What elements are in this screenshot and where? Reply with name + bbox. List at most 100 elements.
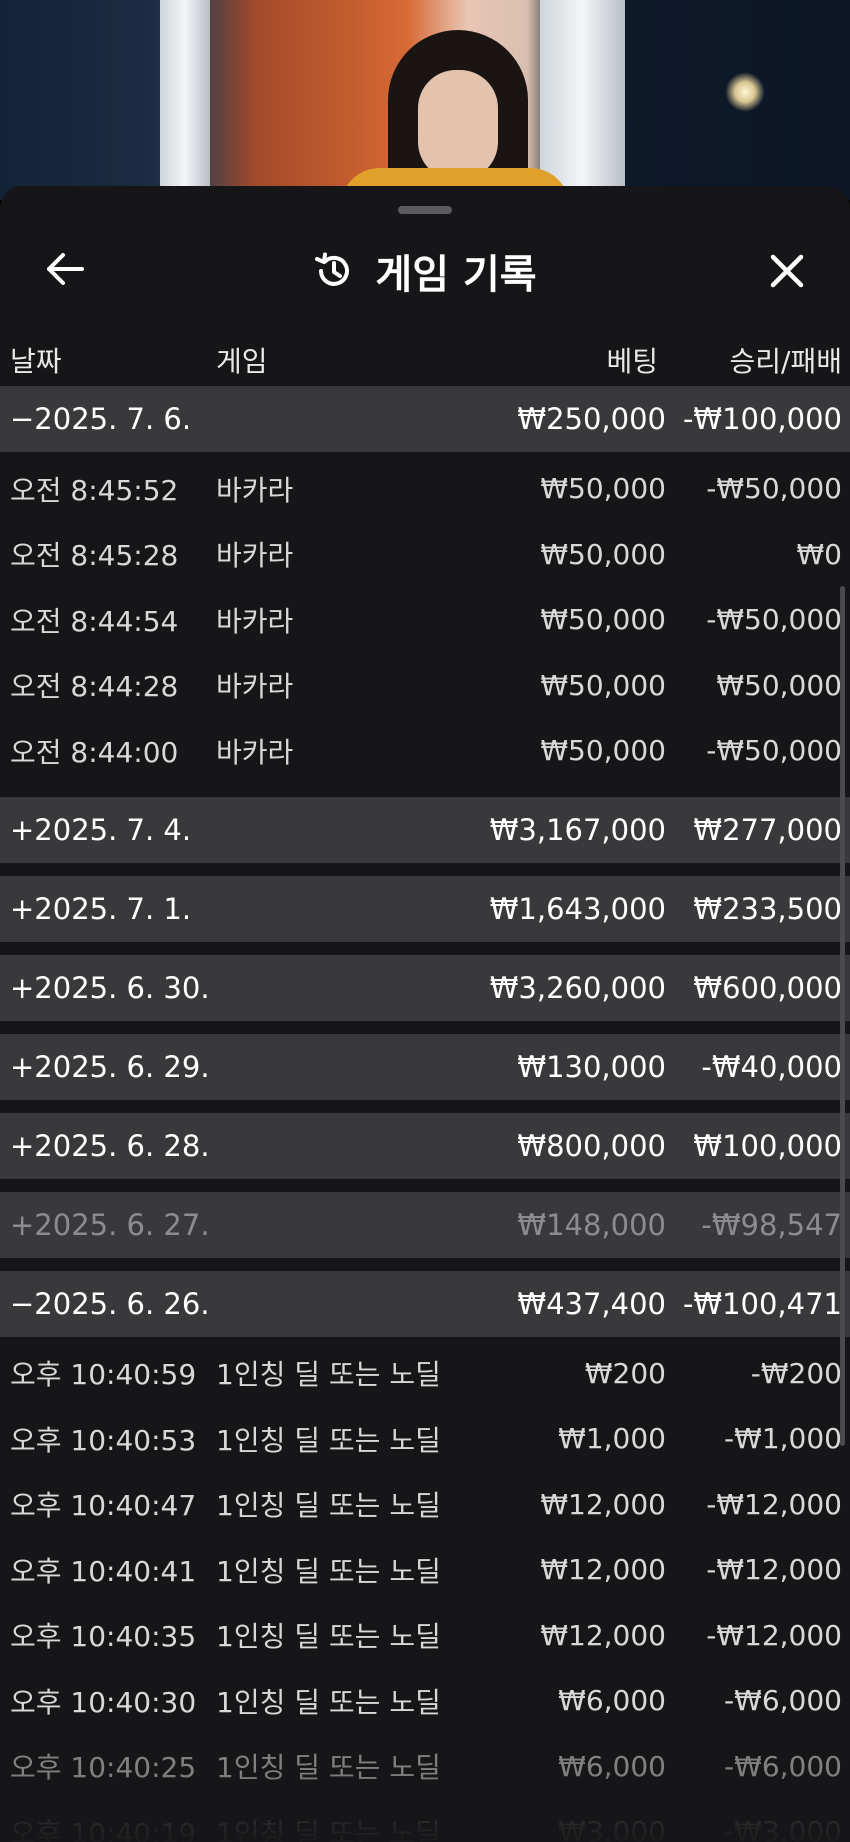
row-game: 1인칭 딜 또는 노딜 <box>216 1751 441 1785</box>
date-group-row[interactable]: +2025. 7. 1. ₩1,643,000 ₩233,500 <box>0 875 850 942</box>
row-bet: ₩6,000 <box>558 1749 666 1783</box>
close-icon <box>770 254 804 288</box>
column-header-date: 날짜 <box>10 345 62 378</box>
group-win-loss-total: -₩98,547 <box>701 1207 842 1242</box>
history-row[interactable]: 오전 8:44:00 바카라 ₩50,000 -₩50,000 <box>0 718 850 784</box>
row-game: 1인칭 딜 또는 노딜 <box>216 1620 441 1654</box>
row-win-loss: -₩12,000 <box>706 1553 842 1587</box>
row-time: 오후 10:40:59 <box>10 1358 197 1392</box>
row-time: 오후 10:40:47 <box>10 1489 197 1523</box>
dealer-face <box>418 70 498 180</box>
scrollbar[interactable] <box>840 586 845 1446</box>
date-group-row[interactable]: +2025. 6. 28. ₩800,000 ₩100,000 <box>0 1112 850 1179</box>
live-video-background <box>0 0 850 200</box>
row-win-loss: -₩6,000 <box>724 1749 842 1783</box>
row-win-loss: -₩3,000 <box>724 1815 842 1842</box>
row-game: 바카라 <box>216 473 294 507</box>
group-win-loss-total: ₩600,000 <box>693 970 842 1005</box>
group-bet-total: ₩250,000 <box>517 402 666 436</box>
row-win-loss: -₩50,000 <box>706 734 842 768</box>
row-win-loss: -₩200 <box>750 1356 842 1390</box>
history-row[interactable]: 오후 10:40:47 1인칭 딜 또는 노딜 ₩12,000 -₩12,000 <box>0 1472 850 1538</box>
row-game: 1인칭 딜 또는 노딜 <box>216 1489 441 1523</box>
group-bet-total: ₩437,400 <box>517 1286 666 1321</box>
row-bet: ₩50,000 <box>540 537 666 571</box>
page-title: 게임 기록 <box>375 252 537 298</box>
group-bet-total: ₩148,000 <box>517 1207 666 1242</box>
row-game: 바카라 <box>216 670 294 704</box>
row-bet: ₩6,000 <box>558 1684 666 1718</box>
group-win-loss-total: ₩277,000 <box>693 812 842 847</box>
row-bet: ₩12,000 <box>540 1618 666 1652</box>
group-bet-total: ₩800,000 <box>517 1128 666 1163</box>
group-date: −2025. 7. 6. <box>10 402 192 436</box>
history-row[interactable]: 오후 10:40:59 1인칭 딜 또는 노딜 ₩200 -₩200 <box>0 1341 850 1407</box>
date-group-row[interactable]: +2025. 6. 30. ₩3,260,000 ₩600,000 <box>0 954 850 1021</box>
group-date: +2025. 7. 1. <box>10 891 192 926</box>
row-win-loss: ₩50,000 <box>716 668 842 702</box>
column-header-game: 게임 <box>216 345 268 378</box>
group-date: +2025. 6. 28. <box>10 1128 210 1163</box>
date-group-row[interactable]: +2025. 6. 29. ₩130,000 -₩40,000 <box>0 1033 850 1100</box>
sheet-grab-handle[interactable] <box>398 206 452 214</box>
history-row[interactable]: 오후 10:40:30 1인칭 딜 또는 노딜 ₩6,000 -₩6,000 <box>0 1668 850 1734</box>
history-row[interactable]: 오후 10:40:41 1인칭 딜 또는 노딜 ₩12,000 -₩12,000 <box>0 1537 850 1603</box>
group-win-loss-total: ₩100,000 <box>693 1128 842 1163</box>
history-row[interactable]: 오전 8:44:28 바카라 ₩50,000 ₩50,000 <box>0 653 850 719</box>
history-icon <box>315 252 350 286</box>
game-history-sheet: 게임 기록 날짜 게임 베팅 승리/패배 −2025. 7. 6. ₩250,0… <box>0 186 850 1842</box>
row-game: 1인칭 딜 또는 노딜 <box>216 1685 441 1719</box>
row-game: 1인칭 딜 또는 노딜 <box>216 1358 441 1392</box>
row-win-loss: -₩1,000 <box>724 1422 842 1456</box>
row-time: 오후 10:40:25 <box>10 1751 197 1785</box>
group-win-loss-total: -₩100,000 <box>682 402 842 436</box>
column-header-win-loss: 승리/패배 <box>729 345 842 378</box>
group-bet-total: ₩1,643,000 <box>489 891 666 926</box>
history-row[interactable]: 오후 10:40:35 1인칭 딜 또는 노딜 ₩12,000 -₩12,000 <box>0 1603 850 1669</box>
history-row[interactable]: 오후 10:40:19 1인칭 딜 또는 노딜 ₩3,000 -₩3,000 <box>0 1799 850 1842</box>
row-win-loss: -₩12,000 <box>706 1487 842 1521</box>
row-bet: ₩12,000 <box>540 1487 666 1521</box>
row-bet: ₩12,000 <box>540 1553 666 1587</box>
history-row[interactable]: 오후 10:40:53 1인칭 딜 또는 노딜 ₩1,000 -₩1,000 <box>0 1406 850 1472</box>
row-game: 1인칭 딜 또는 노딜 <box>216 1554 441 1588</box>
row-bet: ₩50,000 <box>540 734 666 768</box>
row-game: 바카라 <box>216 604 294 638</box>
row-bet: ₩200 <box>584 1356 666 1390</box>
row-win-loss: -₩6,000 <box>724 1684 842 1718</box>
lamp-light <box>725 72 765 112</box>
row-time: 오전 8:44:00 <box>10 735 179 769</box>
row-time: 오전 8:45:28 <box>10 539 179 573</box>
row-win-loss: -₩50,000 <box>706 603 842 637</box>
history-table: −2025. 7. 6. ₩250,000 -₩100,000 오전 8:45:… <box>0 386 850 1842</box>
history-row[interactable]: 오전 8:45:28 바카라 ₩50,000 ₩0 <box>0 522 850 588</box>
row-time: 오후 10:40:30 <box>10 1685 197 1719</box>
date-group-row[interactable]: −2025. 6. 26. ₩437,400 -₩100,471 <box>0 1270 850 1337</box>
date-group-row[interactable]: +2025. 6. 27. ₩148,000 -₩98,547 <box>0 1191 850 1258</box>
history-row[interactable]: 오전 8:45:52 바카라 ₩50,000 -₩50,000 <box>0 456 850 522</box>
close-button[interactable] <box>760 244 814 298</box>
group-bet-total: ₩3,167,000 <box>489 812 666 847</box>
sheet-header: 게임 기록 <box>0 226 850 316</box>
history-row[interactable]: 오전 8:44:54 바카라 ₩50,000 -₩50,000 <box>0 587 850 653</box>
date-group-row[interactable]: −2025. 7. 6. ₩250,000 -₩100,000 <box>0 386 850 452</box>
history-row[interactable]: 오후 10:40:25 1인칭 딜 또는 노딜 ₩6,000 -₩6,000 <box>0 1734 850 1800</box>
date-group-row[interactable]: +2025. 7. 4. ₩3,167,000 ₩277,000 <box>0 796 850 863</box>
group-date: +2025. 6. 29. <box>10 1049 210 1084</box>
row-game: 1인칭 딜 또는 노딜 <box>216 1423 441 1457</box>
row-bet: ₩50,000 <box>540 472 666 506</box>
row-win-loss: -₩50,000 <box>706 472 842 506</box>
row-win-loss: -₩12,000 <box>706 1618 842 1652</box>
row-win-loss: ₩0 <box>796 537 843 571</box>
row-bet: ₩50,000 <box>540 603 666 637</box>
row-time: 오후 10:40:53 <box>10 1423 197 1457</box>
column-header-bet: 베팅 <box>606 345 658 378</box>
row-time: 오전 8:44:54 <box>10 604 179 638</box>
row-time: 오전 8:44:28 <box>10 670 179 704</box>
group-date: +2025. 6. 30. <box>10 970 210 1005</box>
row-time: 오후 10:40:35 <box>10 1620 197 1654</box>
group-win-loss-total: -₩100,471 <box>682 1286 842 1321</box>
group-date: −2025. 6. 26. <box>10 1286 210 1321</box>
group-win-loss-total: ₩233,500 <box>693 891 842 926</box>
row-time: 오전 8:45:52 <box>10 473 179 507</box>
